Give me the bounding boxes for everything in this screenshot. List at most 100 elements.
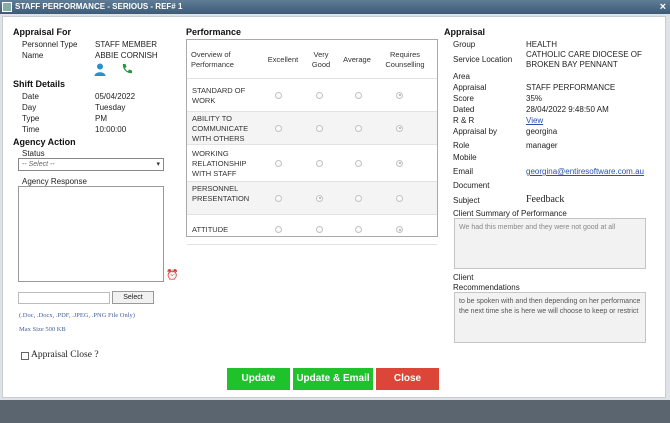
area-label: Area <box>453 72 470 81</box>
rating-radio[interactable] <box>396 194 403 202</box>
rating-radio[interactable] <box>355 194 362 202</box>
col-very-good: Very Good <box>311 50 331 69</box>
role-label: Role <box>453 141 470 150</box>
status-select[interactable]: -- Select -- ▾ <box>18 158 164 171</box>
close-button[interactable]: Close <box>376 368 439 390</box>
group-value: HEALTH <box>526 40 557 49</box>
rating-radio[interactable] <box>396 159 403 167</box>
client-summary-label: Client Summary of Performance <box>453 209 567 218</box>
col-excellent: Excellent <box>267 55 299 64</box>
score-label: Score <box>453 94 474 103</box>
rr-label: R & R <box>453 116 475 125</box>
appraisal-by-value: georgina <box>526 127 558 136</box>
service-location-value: CATHOLIC CARE DIOCESE OF BROKEN BAY PENN… <box>526 50 642 69</box>
performance-row: ATTITUDE <box>187 215 437 245</box>
rating-radio[interactable] <box>396 124 403 132</box>
rating-radio[interactable] <box>275 194 282 202</box>
shift-time-label: Time <box>22 125 40 134</box>
rating-radio[interactable] <box>355 226 362 233</box>
performance-row-label: ABILITY TO COMMUNICATE WITH OTHERS <box>192 114 249 143</box>
performance-header-row: Overview of Performance Excellent Very G… <box>187 40 437 79</box>
rr-view-link[interactable]: View <box>526 116 543 125</box>
file-type-note: (.Doc, .Docx, .PDF, .JPEG, .PNG File Onl… <box>19 312 135 319</box>
status-bar <box>0 400 670 423</box>
rating-radio[interactable] <box>275 226 282 233</box>
window-title: STAFF PERFORMANCE - SERIOUS - REF# 1 <box>15 2 183 11</box>
performance-row: ABILITY TO COMMUNICATE WITH OTHERS <box>187 112 437 145</box>
chevron-down-icon: ▾ <box>156 161 160 168</box>
agency-response-label: Agency Response <box>22 177 87 186</box>
appraisal-type-label: Appraisal <box>453 83 487 92</box>
rating-radio[interactable] <box>355 124 362 132</box>
appraisal-type-value: STAFF PERFORMANCE <box>526 83 616 92</box>
score-value: 35% <box>526 94 543 103</box>
agency-action-heading: Agency Action <box>13 137 76 147</box>
rating-radio[interactable] <box>275 159 282 167</box>
appraisal-heading: Appraisal <box>444 27 486 37</box>
name-label: Name <box>22 51 44 60</box>
phone-icon[interactable] <box>121 63 133 75</box>
performance-row: PERSONNEL PRESENTATION <box>187 182 437 215</box>
group-label: Group <box>453 40 476 49</box>
client-recommendations-label: Client Recommendations <box>453 273 520 292</box>
email-link[interactable]: georgina@entiresoftware.com.au <box>526 167 644 176</box>
appraisal-by-label: Appraisal by <box>453 127 498 136</box>
update-button[interactable]: Update <box>227 368 290 390</box>
staff-performance-window: STAFF PERFORMANCE - SERIOUS - REF# 1 × A… <box>0 0 670 423</box>
service-location-label: Service Location <box>453 55 513 64</box>
rating-radio[interactable] <box>396 91 403 99</box>
shift-day-value: Tuesday <box>95 103 126 112</box>
shift-date-value: 05/04/2022 <box>95 92 136 101</box>
rating-radio[interactable] <box>316 226 323 233</box>
col-average: Average <box>343 55 371 64</box>
shift-time-value: 10:00:00 <box>95 125 127 134</box>
rating-radio[interactable] <box>316 124 323 132</box>
col-requires-counselling: Requires Counselling <box>385 50 425 69</box>
subject-value: Feedback <box>526 194 565 205</box>
dated-value: 28/04/2022 9:48:50 AM <box>526 105 609 114</box>
appraisal-close-label: Appraisal Close ? <box>31 350 99 360</box>
rating-radio[interactable] <box>316 159 323 167</box>
dated-label: Dated <box>453 105 475 114</box>
subject-label: Subject <box>453 196 480 205</box>
performance-row-label: STANDARD OF WORK <box>192 85 246 105</box>
performance-row-label: WORKING RELATIONSHIP WITH STAFF <box>192 148 247 178</box>
rating-radio[interactable] <box>316 194 323 202</box>
appraisal-for-heading: Appraisal For <box>13 27 72 37</box>
file-path-input[interactable] <box>18 292 110 304</box>
client-recommendations-textarea[interactable]: to be spoken with and then depending on … <box>454 292 646 343</box>
status-label: Status <box>22 149 45 158</box>
alarm-clock-icon[interactable]: ⏰ <box>166 270 178 281</box>
personnel-type-value: STAFF MEMBER <box>95 40 158 49</box>
agency-response-textarea[interactable] <box>18 186 164 282</box>
file-size-note: Max Size 500 KB <box>19 326 66 333</box>
rating-radio[interactable] <box>316 91 323 99</box>
shift-type-value: PM <box>95 114 107 123</box>
personnel-type-label: Personnel Type <box>22 40 78 49</box>
rating-radio[interactable] <box>355 159 362 167</box>
appraisal-close-checkbox[interactable] <box>21 352 29 360</box>
performance-row-label: ATTITUDE <box>192 225 229 234</box>
email-label: Email <box>453 167 474 176</box>
col-overview: Overview of Performance <box>191 50 234 69</box>
update-email-button[interactable]: Update & Email <box>293 368 373 390</box>
rating-radio[interactable] <box>396 226 403 233</box>
window-close-icon[interactable]: × <box>660 0 666 14</box>
status-select-value: -- Select -- <box>22 161 55 168</box>
role-value: manager <box>526 141 558 150</box>
mobile-label: Mobile <box>453 153 477 162</box>
shift-day-label: Day <box>22 103 37 112</box>
performance-row: WORKING RELATIONSHIP WITH STAFF <box>187 145 437 182</box>
performance-table: Overview of Performance Excellent Very G… <box>186 39 438 245</box>
rating-radio[interactable] <box>275 124 282 132</box>
shift-details-heading: Shift Details <box>13 79 66 89</box>
person-icon[interactable] <box>94 63 106 76</box>
select-file-button[interactable]: Select <box>112 291 154 304</box>
rating-radio[interactable] <box>355 91 362 99</box>
rating-radio[interactable] <box>275 91 282 99</box>
shift-date-label: Date <box>22 92 39 101</box>
performance-row: STANDARD OF WORK <box>187 79 437 112</box>
client-summary-textarea[interactable]: We had this member and they were not goo… <box>454 218 646 269</box>
shift-type-label: Type <box>22 114 40 123</box>
title-bar: STAFF PERFORMANCE - SERIOUS - REF# 1 × <box>0 0 670 14</box>
